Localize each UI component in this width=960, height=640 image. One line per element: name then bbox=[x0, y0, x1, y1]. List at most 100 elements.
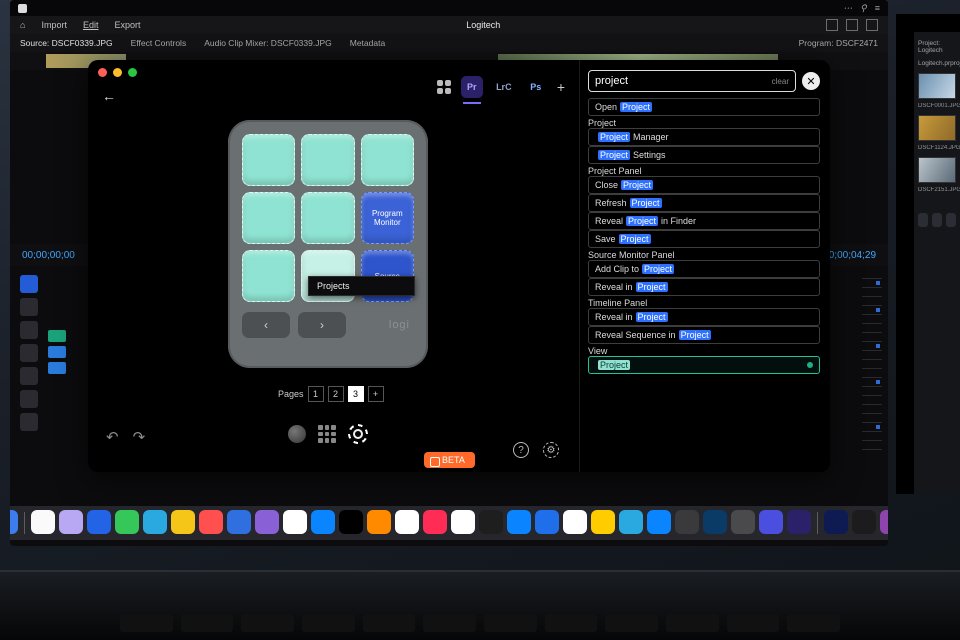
tool-icon[interactable] bbox=[20, 344, 38, 362]
dock-app-icon[interactable] bbox=[10, 510, 18, 534]
topbar-right-icons[interactable] bbox=[826, 19, 878, 31]
dock-app-icon[interactable] bbox=[367, 510, 391, 534]
dock-app-icon[interactable] bbox=[675, 510, 699, 534]
device-key[interactable] bbox=[301, 192, 354, 244]
page-3[interactable]: 3 bbox=[348, 386, 364, 402]
dock-app-icon[interactable] bbox=[199, 510, 223, 534]
minimize-icon[interactable] bbox=[113, 68, 122, 77]
zoom-icon[interactable] bbox=[128, 68, 137, 77]
dock-app-icon[interactable] bbox=[880, 510, 888, 534]
dock-app-icon[interactable] bbox=[115, 510, 139, 534]
dock-app-icon[interactable] bbox=[339, 510, 363, 534]
dock-app-icon[interactable] bbox=[731, 510, 755, 534]
page-1[interactable]: 1 bbox=[308, 386, 324, 402]
window-traffic-lights[interactable] bbox=[98, 68, 137, 77]
dock-app-icon[interactable] bbox=[591, 510, 615, 534]
device-key[interactable] bbox=[242, 192, 295, 244]
apple-menu-icon[interactable] bbox=[18, 4, 27, 13]
dock-app-icon[interactable] bbox=[31, 510, 55, 534]
menubar-right[interactable]: ⋯⚲≡ bbox=[835, 3, 880, 14]
left-footer-icons[interactable]: ? ⚙ bbox=[513, 442, 559, 458]
device-next-button[interactable]: › bbox=[298, 312, 346, 338]
add-page-button[interactable]: + bbox=[368, 386, 384, 402]
dock-app-icon[interactable] bbox=[535, 510, 559, 534]
tool-icon[interactable] bbox=[20, 321, 38, 339]
brightness-icon[interactable] bbox=[348, 424, 368, 444]
dock-app-icon[interactable] bbox=[507, 510, 531, 534]
dock-app-icon[interactable] bbox=[759, 510, 783, 534]
tool-icon[interactable] bbox=[20, 298, 38, 316]
bin-thumb[interactable] bbox=[918, 157, 956, 183]
search-result[interactable]: Add Clip to Project bbox=[588, 260, 820, 278]
search-result[interactable]: Project Settings bbox=[588, 146, 820, 164]
dock-app-icon[interactable] bbox=[87, 510, 111, 534]
page-2[interactable]: 2 bbox=[328, 386, 344, 402]
back-button[interactable]: ← bbox=[102, 88, 116, 104]
dock-app-icon[interactable] bbox=[59, 510, 83, 534]
tab-effect-controls[interactable]: Effect Controls bbox=[131, 38, 187, 48]
tab-lightroom-classic[interactable]: LrC bbox=[493, 76, 515, 98]
device-prev-button[interactable]: ‹ bbox=[242, 312, 290, 338]
dock-app-icon[interactable] bbox=[824, 510, 848, 534]
tool-icon[interactable] bbox=[20, 413, 38, 431]
search-result[interactable]: Project bbox=[588, 356, 820, 374]
tool-icon[interactable] bbox=[20, 367, 38, 385]
grid-view-icon[interactable] bbox=[318, 425, 336, 443]
search-result[interactable]: Reveal Project in Finder bbox=[588, 212, 820, 230]
tab-photoshop[interactable]: Ps bbox=[525, 76, 547, 98]
nav-edit[interactable]: Edit bbox=[83, 20, 99, 30]
app-profile-tabs[interactable]: Pr LrC Ps + bbox=[437, 76, 565, 98]
clear-button[interactable]: clear bbox=[772, 77, 789, 86]
dock-app-icon[interactable] bbox=[283, 510, 307, 534]
dock-app-icon[interactable] bbox=[563, 510, 587, 534]
tool-icon[interactable] bbox=[20, 390, 38, 408]
nav-export[interactable]: Export bbox=[114, 20, 140, 30]
dock-app-icon[interactable] bbox=[227, 510, 251, 534]
macos-menubar[interactable]: ⋯⚲≡ bbox=[10, 0, 888, 16]
logi-options-window[interactable]: ← Pr LrC Ps + Program MonitorSource ‹ › … bbox=[88, 60, 830, 472]
beta-badge[interactable]: BETA bbox=[424, 452, 475, 468]
search-result[interactable]: Reveal in Project bbox=[588, 308, 820, 326]
bin-thumb[interactable] bbox=[918, 73, 956, 99]
dock-app-icon[interactable] bbox=[171, 510, 195, 534]
dock-app-icon[interactable] bbox=[395, 510, 419, 534]
audio-track-chip[interactable] bbox=[48, 346, 66, 358]
program-panel-label[interactable]: Program: DSCF2471 bbox=[799, 38, 878, 48]
dock-app-icon[interactable] bbox=[423, 510, 447, 534]
nav-import[interactable]: Import bbox=[41, 20, 67, 30]
device-key[interactable] bbox=[242, 250, 295, 302]
selection-tool-icon[interactable] bbox=[20, 275, 38, 293]
source-panel-label[interactable]: Source: DSCF0339.JPG bbox=[20, 38, 113, 48]
help-icon[interactable]: ? bbox=[513, 442, 529, 458]
device-key[interactable] bbox=[361, 134, 414, 186]
bin-thumb[interactable] bbox=[918, 115, 956, 141]
dock-app-icon[interactable] bbox=[451, 510, 475, 534]
page-selector[interactable]: Pages 1 2 3 + bbox=[278, 386, 384, 402]
dock-app-icon[interactable] bbox=[255, 510, 279, 534]
undo-redo[interactable]: ↶ ↷ bbox=[106, 428, 145, 446]
home-icon[interactable]: ⌂ bbox=[20, 20, 25, 30]
undo-icon[interactable]: ↶ bbox=[106, 428, 119, 446]
tab-premiere[interactable]: Pr bbox=[461, 76, 483, 98]
dial-view-icon[interactable] bbox=[288, 425, 306, 443]
add-profile-button[interactable]: + bbox=[557, 79, 565, 95]
dock-app-icon[interactable] bbox=[852, 510, 876, 534]
dock-app-icon[interactable] bbox=[647, 510, 671, 534]
search-box[interactable]: clear bbox=[588, 70, 796, 92]
search-result[interactable]: Project Manager bbox=[588, 128, 820, 146]
audio-track-chip[interactable] bbox=[48, 362, 66, 374]
dock-app-icon[interactable] bbox=[619, 510, 643, 534]
search-result[interactable]: Refresh Project bbox=[588, 194, 820, 212]
dock-app-icon[interactable] bbox=[143, 510, 167, 534]
track-header-chips[interactable] bbox=[48, 330, 66, 378]
search-result[interactable]: Reveal in Project bbox=[588, 278, 820, 296]
redo-icon[interactable]: ↷ bbox=[133, 428, 146, 446]
device-key[interactable]: Program Monitor bbox=[361, 192, 414, 244]
tab-metadata[interactable]: Metadata bbox=[350, 38, 385, 48]
search-result[interactable]: Close Project bbox=[588, 176, 820, 194]
macos-dock[interactable] bbox=[10, 506, 888, 540]
all-apps-icon[interactable] bbox=[437, 80, 451, 94]
close-search-icon[interactable]: ✕ bbox=[802, 72, 820, 90]
search-input[interactable] bbox=[595, 75, 768, 87]
search-result[interactable]: Reveal Sequence in Project bbox=[588, 326, 820, 344]
